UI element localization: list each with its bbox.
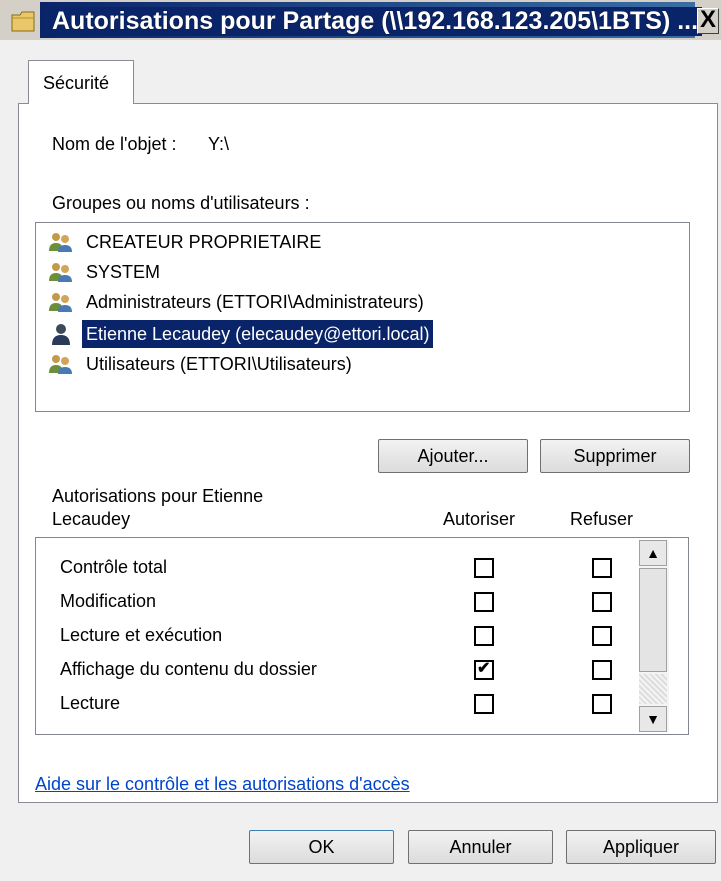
deny-checkbox[interactable] [592, 694, 612, 714]
permissions-title-line1: Autorisations pour Etienne [52, 486, 264, 506]
deny-checkbox[interactable] [592, 660, 612, 680]
permission-name: Modification [60, 591, 157, 611]
permission-name: Affichage du contenu du dossier [60, 659, 317, 679]
permission-row: Lecture et exécution [36, 618, 636, 652]
scroll-thumb[interactable] [639, 568, 667, 672]
deny-checkbox[interactable] [592, 626, 612, 646]
column-allow-header: Autoriser [443, 509, 516, 529]
list-item[interactable]: SYSTEM [42, 257, 681, 287]
group-icon [49, 233, 72, 252]
object-name-value: Y:\ [208, 134, 230, 154]
permission-row: Affichage du contenu du dossier ✔ [36, 652, 636, 686]
group-icon [49, 293, 72, 312]
ok-button[interactable]: OK [249, 830, 394, 864]
permission-name: Lecture [60, 693, 121, 713]
group-icon [49, 355, 72, 374]
help-link[interactable]: Aide sur le contrôle et les autorisation… [35, 774, 410, 795]
groups-label: Groupes ou noms d'utilisateurs : [52, 193, 310, 213]
permission-row: Lecture [36, 686, 636, 720]
permissions-title-line2: Lecaudey [52, 509, 131, 529]
permission-name: Contrôle total [60, 557, 168, 577]
tab-securite[interactable]: Sécurité [28, 60, 134, 104]
list-item[interactable]: Utilisateurs (ETTORI\Utilisateurs) [42, 349, 681, 379]
remove-button[interactable]: Supprimer [540, 439, 690, 473]
group-icon [49, 263, 72, 282]
dialog-body: Sécurité Nom de l'objet : Y:\ Groupes ou… [0, 40, 721, 881]
permission-row: Contrôle total [36, 550, 636, 584]
allow-checkbox[interactable]: ✔ [474, 660, 494, 680]
deny-checkbox[interactable] [592, 592, 612, 612]
deny-checkbox[interactable] [592, 558, 612, 578]
permission-name: Lecture et exécution [60, 625, 223, 645]
folder-icon [11, 11, 35, 32]
list-item-label: Administrateurs (ETTORI\Administrateurs) [86, 292, 424, 312]
allow-checkbox[interactable] [474, 592, 494, 612]
object-name-label: Nom de l'objet : [52, 134, 177, 154]
title-bar: Autorisations pour Partage (\\192.168.12… [0, 0, 721, 40]
window-title: Autorisations pour Partage (\\192.168.12… [48, 7, 703, 36]
apply-button[interactable]: Appliquer [566, 830, 716, 864]
allow-checkbox[interactable] [474, 558, 494, 578]
checkmark-icon: ✔ [477, 660, 491, 677]
list-item-label: SYSTEM [86, 262, 161, 282]
allow-checkbox[interactable] [474, 626, 494, 646]
scroll-track[interactable] [639, 674, 667, 704]
groups-list[interactable]: CREATEUR PROPRIETAIRE SYSTEM Administrat… [35, 222, 690, 412]
permissions-list: Contrôle total Modification Lecture et e… [35, 537, 689, 735]
vertical-scrollbar[interactable]: ▲ ▼ [639, 540, 669, 732]
user-icon [52, 324, 70, 345]
permission-row: Modification [36, 584, 636, 618]
scroll-down-button[interactable]: ▼ [639, 706, 667, 732]
list-item[interactable]: Administrateurs (ETTORI\Administrateurs) [42, 287, 681, 317]
list-item-selected[interactable]: Etienne Lecaudey (elecaudey@ettori.local… [42, 319, 681, 349]
list-item[interactable]: CREATEUR PROPRIETAIRE [42, 227, 681, 257]
close-button[interactable]: X [697, 8, 719, 34]
cancel-button[interactable]: Annuler [408, 830, 553, 864]
add-button[interactable]: Ajouter... [378, 439, 528, 473]
column-deny-header: Refuser [570, 509, 634, 529]
list-item-label: Etienne Lecaudey (elecaudey@ettori.local… [82, 320, 434, 348]
allow-checkbox[interactable] [474, 694, 494, 714]
list-item-label: Utilisateurs (ETTORI\Utilisateurs) [86, 354, 352, 374]
scroll-up-button[interactable]: ▲ [639, 540, 667, 566]
list-item-label: CREATEUR PROPRIETAIRE [86, 232, 322, 252]
